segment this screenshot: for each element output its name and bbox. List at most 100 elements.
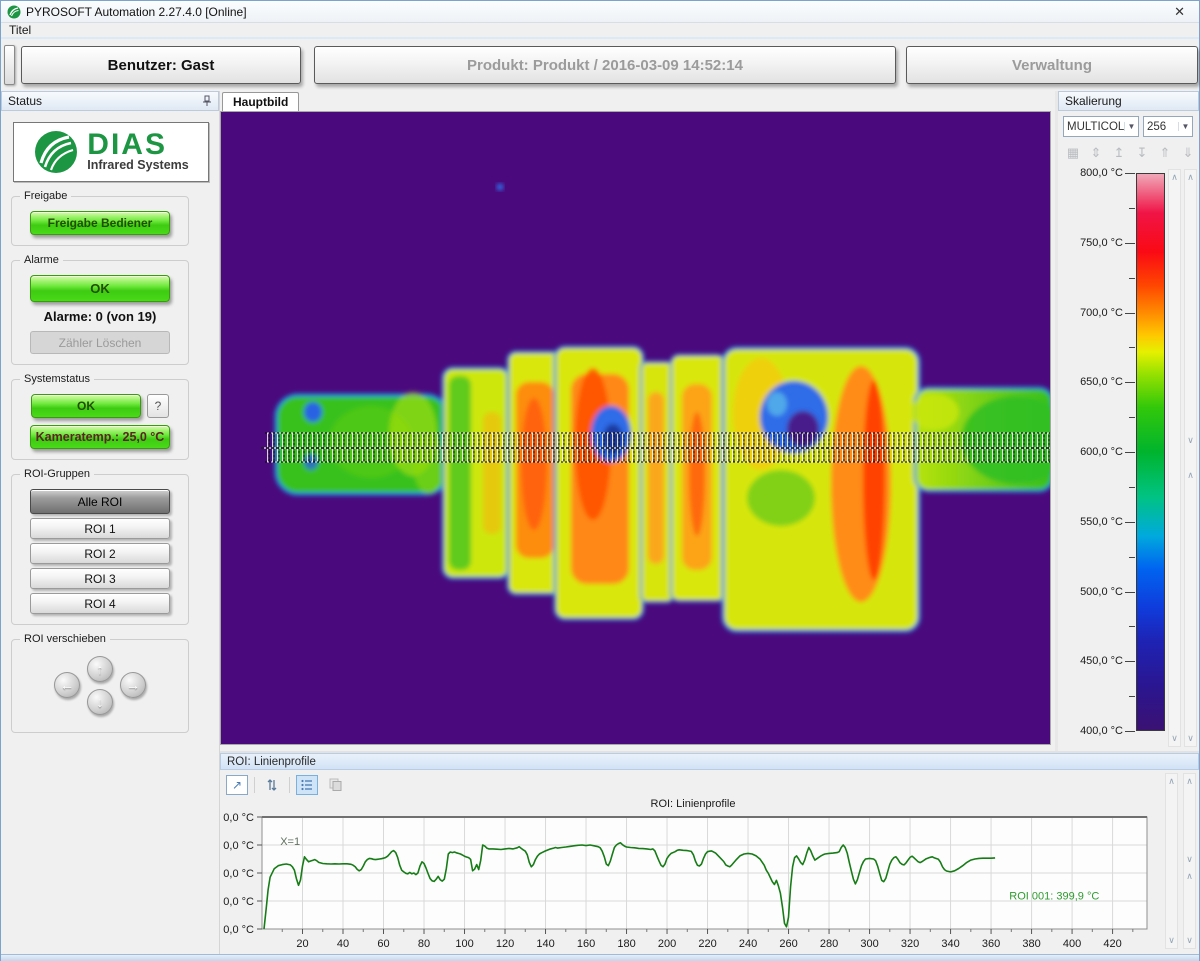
scroll-up-icon[interactable]: ∧ (1184, 871, 1195, 882)
chart-title: ROI: Linienprofile (223, 798, 1163, 810)
freigabe-label: Freigabe (20, 190, 71, 202)
y-tick-label: 800,0 °C (223, 812, 254, 824)
thermal-hot-spot (497, 184, 504, 191)
alarm-ok-button[interactable]: OK (30, 275, 170, 302)
roi-2-button[interactable]: ROI 2 (30, 543, 170, 564)
x-tick-label: 320 (901, 938, 919, 950)
x-tick-label: 420 (1103, 938, 1121, 950)
scale-major-tick (1125, 173, 1135, 174)
scale-minor-tick (1129, 417, 1135, 418)
camera-temp-button[interactable]: Kameratemp.: 25,0 °C (30, 425, 170, 449)
x-tick-label: 260 (779, 938, 797, 950)
move-up-button[interactable]: ↑ (87, 656, 113, 682)
scale-major-tick (1125, 452, 1135, 453)
x-tick-label: 280 (820, 938, 838, 950)
palette-dropdown[interactable]: MULTICOLOR ▼ (1063, 116, 1139, 137)
scale-major-tick (1125, 522, 1135, 523)
pin-icon[interactable] (202, 95, 212, 107)
autoscale-icon[interactable] (261, 775, 283, 795)
scale-tick-label: 700,0 °C (1080, 307, 1123, 319)
alarme-label: Alarme (20, 254, 63, 266)
scroll-down-icon[interactable]: ∨ (1185, 435, 1196, 446)
profile-chart: 800,0 °C700,0 °C600,0 °C500,0 °C400,0 °C… (223, 810, 1163, 950)
thermal-image-view[interactable] (220, 111, 1051, 745)
scale-minor-tick (1129, 208, 1135, 209)
logo-name: DIAS (87, 132, 188, 158)
scale-minor-tick (1129, 626, 1135, 627)
scroll-down-icon[interactable]: ∨ (1185, 733, 1196, 744)
scale-scrollbar-split[interactable]: ∧ ∨ ∧ ∨ (1184, 169, 1197, 747)
chevron-down-icon[interactable]: ▼ (1124, 122, 1138, 131)
x-tick-label: 20 (296, 938, 308, 950)
scale-major-tick (1125, 382, 1135, 383)
steps-dropdown[interactable]: 256 ▼ (1143, 116, 1193, 137)
profile-scrollbar-split[interactable]: ∧ ∨ ∧ ∨ (1183, 773, 1196, 949)
color-scale-area: ∧ ∨ ∧ ∨ ∧ ∨ 800,0 °C750,0 °C700,0 °C650,… (1058, 173, 1199, 758)
freigabe-bediener-button[interactable]: Freigabe Bediener (30, 211, 170, 235)
x-tick-label: 220 (698, 938, 716, 950)
roi-band[interactable] (261, 433, 1050, 462)
move-right-button[interactable]: → (120, 672, 146, 698)
user-button[interactable]: Benutzer: Gast (21, 46, 301, 84)
chevron-down-icon[interactable]: ▼ (1178, 122, 1192, 131)
close-icon[interactable]: ✕ (1166, 4, 1193, 20)
scroll-down-icon[interactable]: ∨ (1184, 854, 1195, 865)
y-tick-label: 600,0 °C (223, 868, 254, 880)
scale-minor-tick (1129, 696, 1135, 697)
move-left-button[interactable]: ← (54, 672, 80, 698)
y-tick-label: 700,0 °C (223, 840, 254, 852)
scale-scrollbar-outer[interactable]: ∧ ∨ (1168, 169, 1181, 747)
menu-item-titel[interactable]: Titel (1, 23, 39, 37)
scale-major-tick (1125, 592, 1135, 593)
logo-subtitle: Infrared Systems (87, 158, 188, 172)
menu-bar: Titel (1, 23, 1199, 39)
alarm-count-text: Alarme: 0 (von 19) (44, 309, 157, 324)
window-bottom-edge (1, 954, 1199, 961)
admin-button[interactable]: Verwaltung (906, 46, 1198, 84)
x-tick-label: 160 (577, 938, 595, 950)
x-tick-label: 120 (496, 938, 514, 950)
scale-major-tick (1125, 661, 1135, 662)
product-button[interactable]: Produkt: Produkt / 2016-03-09 14:52:14 (314, 46, 896, 84)
status-panel-title: Status (8, 94, 202, 108)
scroll-up-icon[interactable]: ∧ (1185, 470, 1196, 481)
scroll-down-icon[interactable]: ∨ (1184, 935, 1195, 946)
collapsed-panel-button[interactable] (4, 45, 15, 85)
status-panel-header: Status (1, 91, 219, 111)
scale-major-tick (1125, 731, 1135, 732)
scroll-up-icon[interactable]: ∧ (1185, 172, 1196, 183)
x-tick-label: 100 (455, 938, 473, 950)
roi-verschieben-group: ROI verschieben ↑ ← → ↓ (11, 639, 189, 733)
help-button[interactable]: ? (147, 394, 169, 418)
scroll-down-icon[interactable]: ∨ (1169, 733, 1180, 744)
main-image-area: Hauptbild (220, 91, 1055, 751)
x-tick-label: 360 (982, 938, 1000, 950)
palette-value: MULTICOLOR (1064, 121, 1124, 133)
profile-scroll-area: ∧ ∨ ∧ ∨ ∧ ∨ (1163, 773, 1199, 949)
skalierung-panel: Skalierung MULTICOLOR ▼ 256 ▼ ▦ ⇕ ↥ (1055, 91, 1199, 751)
scale-shift-down-icon: ⇓ (1181, 145, 1195, 161)
tab-hauptbild[interactable]: Hauptbild (222, 92, 299, 111)
scroll-up-icon[interactable]: ∧ (1169, 172, 1180, 183)
roi-3-button[interactable]: ROI 3 (30, 568, 170, 589)
alle-roi-button[interactable]: Alle ROI (30, 489, 170, 514)
scroll-up-icon[interactable]: ∧ (1184, 776, 1195, 787)
scroll-down-icon[interactable]: ∨ (1166, 935, 1177, 946)
scale-minor-tick (1129, 557, 1135, 558)
system-ok-button[interactable]: OK (31, 394, 141, 418)
move-down-button[interactable]: ↓ (87, 689, 113, 715)
y-tick-label: 400,0 °C (223, 924, 254, 936)
scroll-up-icon[interactable]: ∧ (1166, 776, 1177, 787)
scale-tick-label: 450,0 °C (1080, 655, 1123, 667)
list-view-icon[interactable] (296, 775, 318, 795)
systemstatus-group: Systemstatus OK ? Kameratemp.: 25,0 °C (11, 379, 189, 460)
popout-icon[interactable]: ↗ (226, 775, 248, 795)
roi-4-button[interactable]: ROI 4 (30, 593, 170, 614)
systemstatus-label: Systemstatus (20, 373, 94, 385)
skalierung-title: Skalierung (1065, 94, 1192, 108)
x-tick-label: 60 (377, 938, 389, 950)
profile-scrollbar-outer[interactable]: ∧ ∨ (1165, 773, 1178, 949)
scale-shift-up-icon: ⇑ (1158, 145, 1172, 161)
roi-1-button[interactable]: ROI 1 (30, 518, 170, 539)
scale-minor-tick (1129, 347, 1135, 348)
